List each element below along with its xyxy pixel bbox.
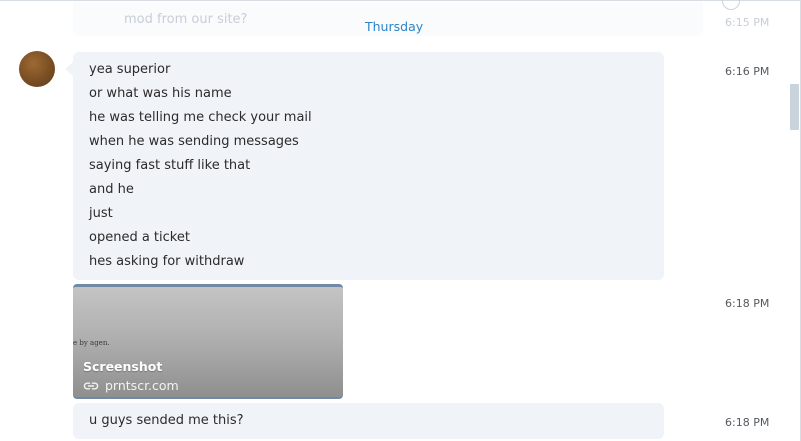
message-timestamp: 6:18 PM [725,416,770,429]
message-status-icon [722,0,740,10]
link-preview-card[interactable]: e by agen. Screenshot prntscr.com [73,284,343,399]
message-line: he was telling me check your mail [89,110,312,125]
message-bubble[interactable]: u guys sended me this? [73,403,664,439]
message-line: and he [89,182,134,197]
scrollbar-thumb[interactable] [790,84,799,130]
link-preview-domain-text: prntscr.com [105,378,179,393]
message-line: or what was his name [89,86,232,101]
previous-message-timestamp: 6:15 PM [725,16,770,29]
chat-conversation: mod from our site? 6:15 PM Thursday yea … [0,0,801,441]
day-divider: Thursday [365,19,424,34]
scrollbar-track[interactable] [785,0,799,441]
message-line: just [89,206,113,221]
link-preview-domain: prntscr.com [83,378,179,393]
message-bubble[interactable]: yea superior or what was his name he was… [65,52,664,280]
link-preview-title: Screenshot [83,359,163,374]
preview-image-text: e by agen. [73,339,110,347]
message-line: yea superior [89,62,171,77]
top-border [0,0,800,1]
message-line: hes asking for withdraw [89,254,245,269]
link-icon [83,382,99,389]
message-line: saying fast stuff like that [89,158,251,173]
previous-message-text: mod from our site? [124,12,248,27]
avatar[interactable] [19,51,55,87]
message-line: when he was sending messages [89,134,299,149]
message-timestamp: 6:16 PM [725,65,770,78]
message-timestamp: 6:18 PM [725,297,770,310]
message-line: u guys sended me this? [89,413,244,428]
message-line: opened a ticket [89,230,190,245]
